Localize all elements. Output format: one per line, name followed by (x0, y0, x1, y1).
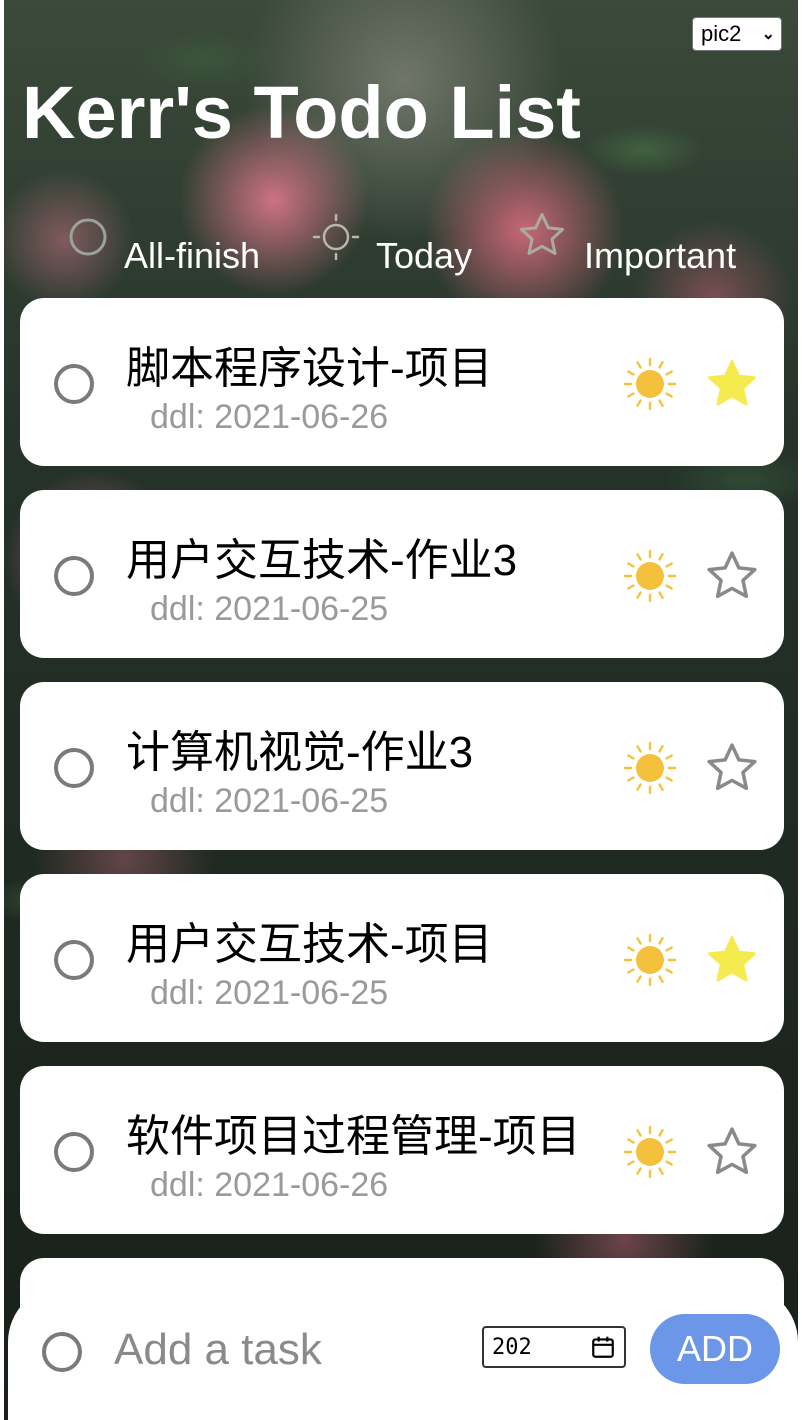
task-name: 计算机视觉-作业3 (126, 728, 474, 777)
task-name: 用户交互技术-项目 (126, 920, 493, 969)
task-card[interactable]: 计算机视觉-作业3 ddl: 2021-06-25 (20, 682, 784, 850)
task-name: 脚本程序设计-项目 (126, 344, 493, 393)
today-toggle-sun-icon[interactable] (622, 356, 678, 412)
task-complete-toggle[interactable] (54, 556, 94, 596)
filter-bar: All-finish Today Important (4, 205, 798, 285)
chevron-down-icon: ⌄ (761, 26, 775, 43)
task-card[interactable]: 用户交互技术-项目 ddl: 2021-06-25 (20, 874, 784, 1042)
task-ddl: ddl: 2021-06-25 (150, 974, 389, 1012)
app-background: pic2 ⌄ Kerr's Todo List All-finish Today (4, 0, 798, 1420)
calendar-icon[interactable] (590, 1334, 616, 1360)
task-ddl: ddl: 2021-06-26 (150, 1166, 389, 1204)
task-name: 软件项目过程管理-项目 (126, 1112, 581, 1161)
task-ddl: ddl: 2021-06-25 (150, 590, 389, 628)
filter-all-finish-label: All-finish (124, 235, 261, 276)
important-star-outline-icon[interactable] (704, 548, 760, 604)
important-star-filled-icon[interactable] (704, 356, 760, 412)
task-card[interactable]: 用户交互技术-作业3 ddl: 2021-06-25 (20, 490, 784, 658)
star-outline-icon (519, 212, 565, 255)
task-ddl: ddl: 2021-06-26 (150, 398, 389, 436)
today-toggle-sun-icon[interactable] (622, 932, 678, 988)
important-star-outline-icon[interactable] (704, 740, 760, 796)
task-name: 用户交互技术-作业3 (126, 536, 518, 585)
sun-icon (312, 213, 360, 261)
page-title: Kerr's Todo List (22, 71, 581, 154)
important-star-filled-icon[interactable] (704, 932, 760, 988)
ddl-date-input[interactable]: 202 (482, 1326, 626, 1368)
filter-important-label: Important (584, 235, 737, 276)
task-complete-toggle[interactable] (54, 940, 94, 980)
add-task-bar: 202 ADD (8, 1286, 798, 1420)
ddl-date-value: 202 (492, 1334, 532, 1360)
task-complete-toggle[interactable] (54, 1132, 94, 1172)
add-task-circle (42, 1332, 82, 1372)
important-star-outline-icon[interactable] (704, 1124, 760, 1180)
filter-today-label: Today (376, 235, 473, 276)
add-task-input[interactable] (114, 1322, 454, 1378)
today-toggle-sun-icon[interactable] (622, 1124, 678, 1180)
today-toggle-sun-icon[interactable] (622, 548, 678, 604)
task-card[interactable]: 脚本程序设计-项目 ddl: 2021-06-26 (20, 298, 784, 466)
circle-icon (69, 218, 107, 256)
add-button[interactable]: ADD (650, 1314, 780, 1384)
theme-select[interactable]: pic2 ⌄ (692, 17, 782, 51)
today-toggle-sun-icon[interactable] (622, 740, 678, 796)
task-complete-toggle[interactable] (54, 364, 94, 404)
task-ddl: ddl: 2021-06-25 (150, 782, 389, 820)
theme-select-value: pic2 (701, 21, 742, 46)
task-complete-toggle[interactable] (54, 748, 94, 788)
task-card[interactable]: 软件项目过程管理-项目 ddl: 2021-06-26 (20, 1066, 784, 1234)
